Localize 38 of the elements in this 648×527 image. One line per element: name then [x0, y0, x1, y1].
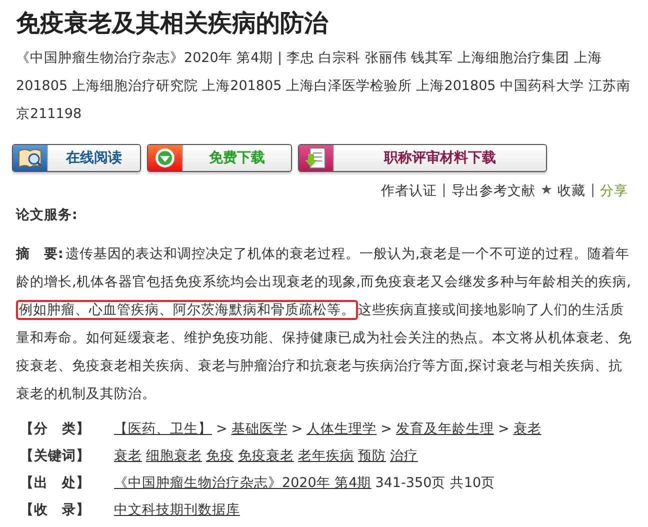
- action-link[interactable]: 导出参考文献: [451, 182, 536, 200]
- info-text: >: [380, 420, 392, 439]
- info-text: >: [291, 420, 303, 439]
- star-icon: ★: [540, 182, 552, 200]
- info-text: >: [498, 420, 510, 439]
- article-title: 免疫衰老及其相关疾病的防治: [16, 8, 328, 39]
- info-link[interactable]: 【医药、卫生】: [114, 416, 212, 443]
- info-link[interactable]: 老年疾病: [298, 443, 354, 470]
- field-label: 【关键词】: [20, 447, 91, 466]
- read-button[interactable]: 在线阅读: [12, 144, 141, 172]
- download-icon: [154, 147, 176, 169]
- separator: |: [442, 182, 446, 200]
- info-link[interactable]: 《中国肿瘤生物治疗杂志》2020年 第4期: [114, 470, 372, 497]
- info-link[interactable]: 细胞衰老: [146, 443, 202, 470]
- info-link[interactable]: 治疗: [390, 443, 418, 470]
- info-link[interactable]: 免疫: [206, 443, 234, 470]
- abstract-text: 摘 要:遗传基因的表达和调控决定了机体的衰老过程。一般认为,衰老是一个不可逆的过程。随着年龄的增长,机体各器官包括免疫系统均会出现衰老的现象,而免疫衰老又会继发多种与年龄相关的疾病, 例如肿瘤、心血管疾病、阿尔茨海默病和骨质疏松等。 这些疾病直接或间接地影响了人们的生活质量和寿命。如何延缓衰老、维护免疫功能、保持健康已成为社会关注的热点。本文将从机体衰老、免疫衰老、免疫衰老相关疾病、衰老与肿瘤治疗和抗衰老与疾病治疗等方面,探讨衰老与相关疾病、抗衰老的机制及其防治。: [16, 245, 632, 404]
- field-label: 【收 录】: [20, 501, 91, 520]
- info-link[interactable]: 衰老: [513, 416, 542, 443]
- info-link[interactable]: 衰老: [114, 443, 142, 470]
- info-link[interactable]: 免疫衰老: [238, 443, 294, 470]
- field-label: 【出 处】: [20, 474, 91, 493]
- material-button[interactable]: 职称评审材料下载: [298, 144, 547, 172]
- separator: |: [590, 182, 595, 200]
- info-link[interactable]: 基础医学: [231, 416, 288, 443]
- info-link[interactable]: 发育及年龄生理: [396, 416, 494, 443]
- info-link[interactable]: 预防: [358, 443, 386, 470]
- section-label: 论文服务:: [16, 206, 78, 224]
- action-link[interactable]: 作者认证: [380, 182, 437, 200]
- action-link[interactable]: 收藏: [557, 182, 586, 200]
- info-link[interactable]: 人体生理学: [306, 416, 377, 443]
- info-text: >: [216, 420, 228, 439]
- info-text: 341-350页 共10页: [375, 474, 496, 493]
- field-label: 【分 类】: [20, 420, 91, 439]
- book-icon: [17, 147, 43, 169]
- document-icon: [304, 146, 328, 170]
- article-meta: 《中国肿瘤生物治疗杂志》2020年 第4期 | 李忠 白宗科 张丽伟 钱其军 上海细胞治疗集团 上海201805 上海细胞治疗研究院 上海201805 上海白泽医学检验所 上海201805 中国药科大学 江苏南京211198: [16, 49, 632, 124]
- info-link[interactable]: 中文科技期刊数据库: [114, 497, 240, 524]
